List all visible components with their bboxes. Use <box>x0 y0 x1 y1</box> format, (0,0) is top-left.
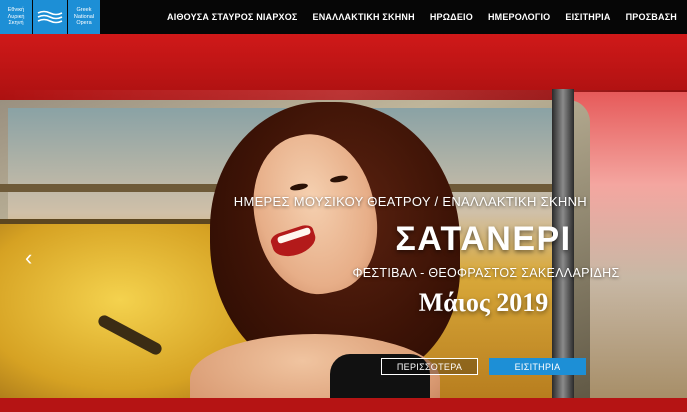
nav-item-access[interactable]: ΠΡΟΣΒΑΣΗ <box>626 12 677 22</box>
nav-item-tickets[interactable]: ΕΙΣΙΤΗΡΙΑ <box>565 12 610 22</box>
logo-greek-line-3: Σκηνή <box>8 20 24 27</box>
nav-item-herodeion[interactable]: ΗΡΩΔΕΙΟ <box>430 12 473 22</box>
tickets-button[interactable]: ΕΙΣΙΤΗΡΙΑ <box>489 358 586 375</box>
nav-item-calendar[interactable]: ΗΜΕΡΟΛΟΓΙΟ <box>488 12 550 22</box>
nav-item-alternative-stage[interactable]: ΕΝΑΛΛΑΚΤΙΚΗ ΣΚΗΝΗ <box>313 12 415 22</box>
more-button[interactable]: ΠΕΡΙΣΣΟΤΕΡΑ <box>381 358 478 375</box>
logo-english-line-3: Opera <box>76 20 92 27</box>
site-logo[interactable]: Εθνική Λυρική Σκηνή Greek National Opera <box>0 0 100 34</box>
hero-title: ΣΑΤΑΝΕΡΙ <box>395 220 572 258</box>
hero-date: Μάιος 2019 <box>418 288 549 317</box>
logo-wave-icon <box>33 0 67 34</box>
hero-festival: ΦΕΣΤΙΒΑΛ - ΘΕΟΦΡΑΣΤΟΣ ΣΑΚΕΛΛΑΡΙΔΗΣ <box>352 266 620 280</box>
main-nav: ΑΙΘΟΥΣΑ ΣΤΑΥΡΟΣ ΝΙΑΡΧΟΣ ΕΝΑΛΛΑΚΤΙΚΗ ΣΚΗΝ… <box>167 0 677 34</box>
logo-english-text: Greek National Opera <box>68 0 100 34</box>
site-header: Εθνική Λυρική Σκηνή Greek National Opera… <box>0 0 687 34</box>
hero-overlay: ‹ ΗΜΕΡΕΣ ΜΟΥΣΙΚΟΥ ΘΕΑΤΡΟΥ / ΕΝΑΛΛΑΚΤΙΚΗ … <box>0 34 687 412</box>
hero-subtitle: ΗΜΕΡΕΣ ΜΟΥΣΙΚΟΥ ΘΕΑΤΡΟΥ / ΕΝΑΛΛΑΚΤΙΚΗ ΣΚ… <box>233 194 587 209</box>
nav-item-stavros-niarchos-hall[interactable]: ΑΙΘΟΥΣΑ ΣΤΑΥΡΟΣ ΝΙΑΡΧΟΣ <box>167 12 297 22</box>
logo-greek-text: Εθνική Λυρική Σκηνή <box>0 0 32 34</box>
